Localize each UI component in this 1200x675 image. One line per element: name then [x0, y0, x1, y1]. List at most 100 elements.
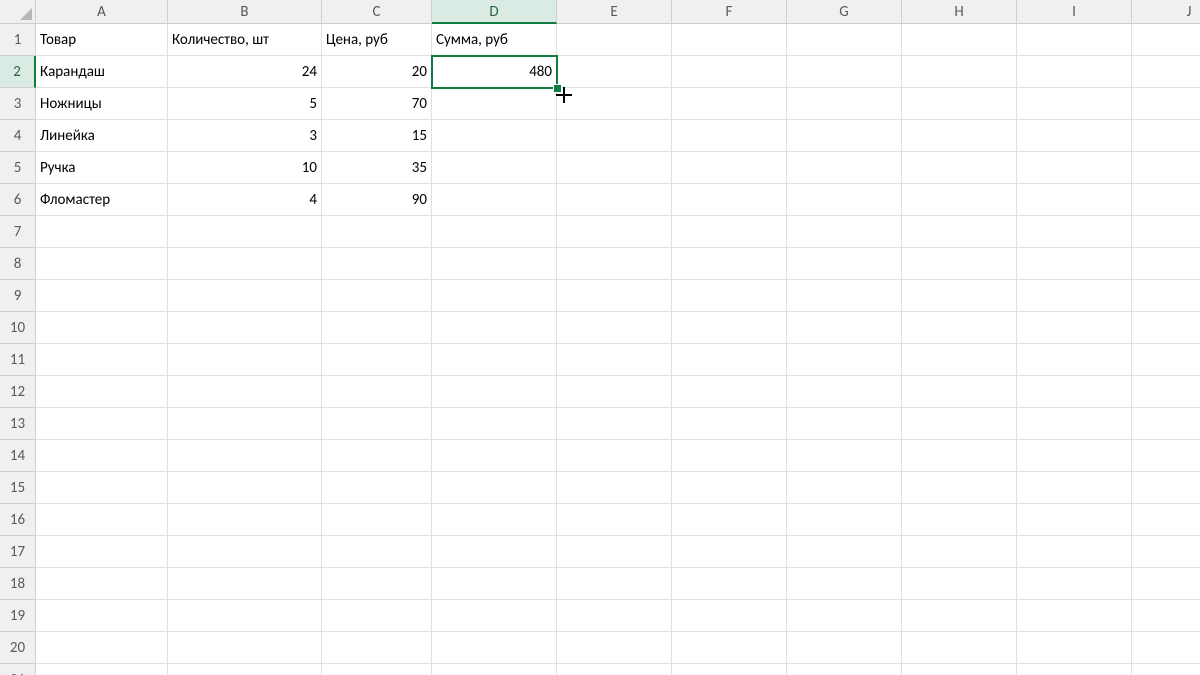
cell-f15[interactable]: [672, 472, 787, 504]
cell-f3[interactable]: [672, 88, 787, 120]
cell-i20[interactable]: [1017, 632, 1132, 664]
cell-h21[interactable]: [902, 664, 1017, 675]
cell-h1[interactable]: [902, 24, 1017, 56]
column-header-b[interactable]: B: [168, 0, 322, 24]
cell-i17[interactable]: [1017, 536, 1132, 568]
cell-c14[interactable]: [322, 440, 432, 472]
row-header-3[interactable]: 3: [0, 88, 36, 120]
row-header-4[interactable]: 4: [0, 120, 36, 152]
cell-b6[interactable]: 4: [168, 184, 322, 216]
cell-j21[interactable]: [1132, 664, 1200, 675]
cell-j19[interactable]: [1132, 600, 1200, 632]
cell-b8[interactable]: [168, 248, 322, 280]
cell-f1[interactable]: [672, 24, 787, 56]
cell-e3[interactable]: [557, 88, 672, 120]
cell-f21[interactable]: [672, 664, 787, 675]
cell-j14[interactable]: [1132, 440, 1200, 472]
cell-j17[interactable]: [1132, 536, 1200, 568]
cell-i6[interactable]: [1017, 184, 1132, 216]
cell-c10[interactable]: [322, 312, 432, 344]
cell-g1[interactable]: [787, 24, 902, 56]
cell-a19[interactable]: [36, 600, 168, 632]
cell-g16[interactable]: [787, 504, 902, 536]
cell-c16[interactable]: [322, 504, 432, 536]
cell-g8[interactable]: [787, 248, 902, 280]
cell-h4[interactable]: [902, 120, 1017, 152]
cell-j15[interactable]: [1132, 472, 1200, 504]
cell-j4[interactable]: [1132, 120, 1200, 152]
cell-a3[interactable]: Ножницы: [36, 88, 168, 120]
cell-b9[interactable]: [168, 280, 322, 312]
row-header-13[interactable]: 13: [0, 408, 36, 440]
cell-d13[interactable]: [432, 408, 557, 440]
cell-f11[interactable]: [672, 344, 787, 376]
cell-a10[interactable]: [36, 312, 168, 344]
cell-i9[interactable]: [1017, 280, 1132, 312]
row-header-17[interactable]: 17: [0, 536, 36, 568]
cell-e6[interactable]: [557, 184, 672, 216]
cell-g2[interactable]: [787, 56, 902, 88]
cell-b13[interactable]: [168, 408, 322, 440]
cell-i16[interactable]: [1017, 504, 1132, 536]
cell-d2[interactable]: 480: [432, 56, 557, 88]
cell-h10[interactable]: [902, 312, 1017, 344]
cell-d4[interactable]: [432, 120, 557, 152]
cell-b4[interactable]: 3: [168, 120, 322, 152]
cell-b14[interactable]: [168, 440, 322, 472]
cell-g7[interactable]: [787, 216, 902, 248]
column-header-j[interactable]: J: [1132, 0, 1200, 24]
cell-h20[interactable]: [902, 632, 1017, 664]
cell-h16[interactable]: [902, 504, 1017, 536]
cell-i14[interactable]: [1017, 440, 1132, 472]
cell-i10[interactable]: [1017, 312, 1132, 344]
cell-b15[interactable]: [168, 472, 322, 504]
column-header-f[interactable]: F: [672, 0, 787, 24]
cell-a12[interactable]: [36, 376, 168, 408]
cell-c12[interactable]: [322, 376, 432, 408]
cell-a18[interactable]: [36, 568, 168, 600]
cell-d6[interactable]: [432, 184, 557, 216]
cell-i11[interactable]: [1017, 344, 1132, 376]
fill-handle[interactable]: [553, 84, 562, 93]
cell-f2[interactable]: [672, 56, 787, 88]
cell-a4[interactable]: Линейка: [36, 120, 168, 152]
cell-c3[interactable]: 70: [322, 88, 432, 120]
cell-i12[interactable]: [1017, 376, 1132, 408]
column-header-h[interactable]: H: [902, 0, 1017, 24]
cell-h2[interactable]: [902, 56, 1017, 88]
cell-a1[interactable]: Товар: [36, 24, 168, 56]
cell-c6[interactable]: 90: [322, 184, 432, 216]
row-header-18[interactable]: 18: [0, 568, 36, 600]
cell-b10[interactable]: [168, 312, 322, 344]
cell-f17[interactable]: [672, 536, 787, 568]
cell-g9[interactable]: [787, 280, 902, 312]
cell-j16[interactable]: [1132, 504, 1200, 536]
cell-e21[interactable]: [557, 664, 672, 675]
cell-h14[interactable]: [902, 440, 1017, 472]
cell-f8[interactable]: [672, 248, 787, 280]
row-header-10[interactable]: 10: [0, 312, 36, 344]
cell-a8[interactable]: [36, 248, 168, 280]
cell-e1[interactable]: [557, 24, 672, 56]
cell-j9[interactable]: [1132, 280, 1200, 312]
cell-a21[interactable]: [36, 664, 168, 675]
cell-a11[interactable]: [36, 344, 168, 376]
cell-e16[interactable]: [557, 504, 672, 536]
cell-c15[interactable]: [322, 472, 432, 504]
cell-b19[interactable]: [168, 600, 322, 632]
cell-e2[interactable]: [557, 56, 672, 88]
cell-a7[interactable]: [36, 216, 168, 248]
cell-b21[interactable]: [168, 664, 322, 675]
column-header-c[interactable]: C: [322, 0, 432, 24]
cell-a20[interactable]: [36, 632, 168, 664]
cell-c1[interactable]: Цена, руб: [322, 24, 432, 56]
cell-h18[interactable]: [902, 568, 1017, 600]
cell-d14[interactable]: [432, 440, 557, 472]
cell-d5[interactable]: [432, 152, 557, 184]
cell-h13[interactable]: [902, 408, 1017, 440]
cell-i3[interactable]: [1017, 88, 1132, 120]
cell-c11[interactable]: [322, 344, 432, 376]
cell-d19[interactable]: [432, 600, 557, 632]
cell-a17[interactable]: [36, 536, 168, 568]
cell-f5[interactable]: [672, 152, 787, 184]
